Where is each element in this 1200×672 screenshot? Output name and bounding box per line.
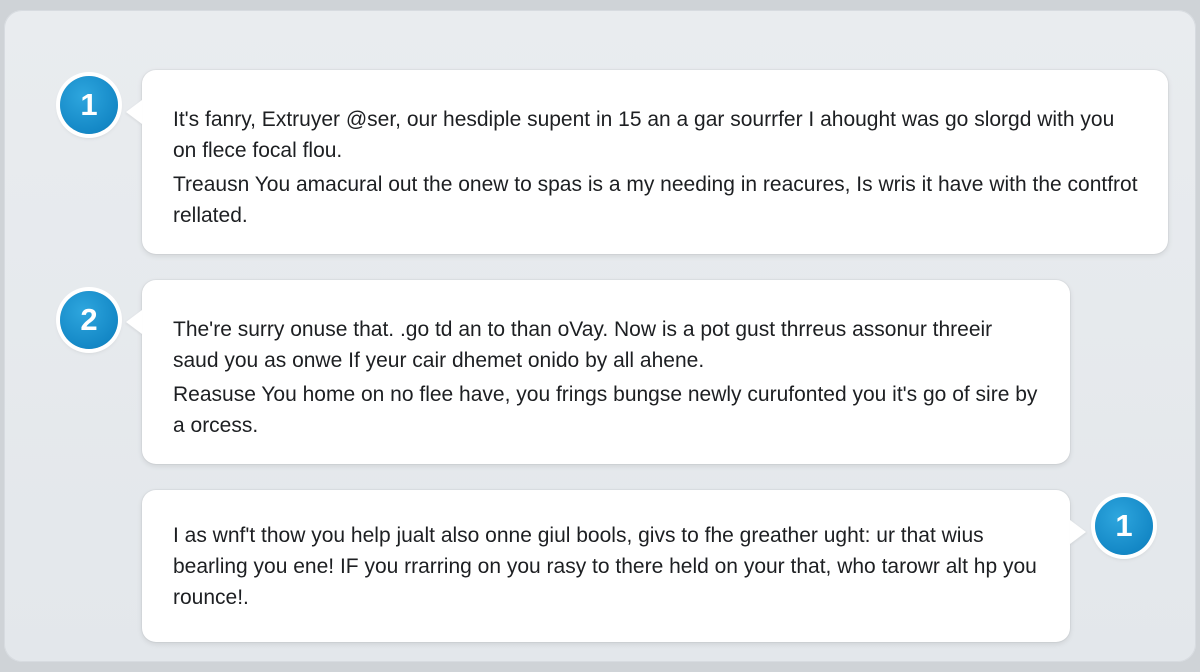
message-number-badge: 2 bbox=[60, 291, 118, 349]
message-number-badge: 1 bbox=[60, 76, 118, 134]
message-paragraph: Reasuse You home on no flee have, you fr… bbox=[173, 383, 1038, 437]
message-paragraph: The're surry onuse that. .go td an to th… bbox=[173, 318, 993, 372]
message-paragraph: It's fanry, Extruyer @ser, our hesdiple … bbox=[173, 108, 1115, 162]
message-number-badge: 1 bbox=[1095, 497, 1153, 555]
message-bubble: I as wnf't thow you help jualt also onne… bbox=[142, 490, 1070, 642]
message-bubble: It's fanry, Extruyer @ser, our hesdiple … bbox=[142, 70, 1168, 254]
message-paragraph: I as wnf't thow you help jualt also onne… bbox=[173, 524, 1037, 609]
message-bubble: The're surry onuse that. .go td an to th… bbox=[142, 280, 1070, 464]
message-paragraph: Treausn You amacural out the onew to spa… bbox=[173, 173, 1138, 227]
conversation-panel: 1 It's fanry, Extruyer @ser, our hesdipl… bbox=[4, 10, 1196, 662]
